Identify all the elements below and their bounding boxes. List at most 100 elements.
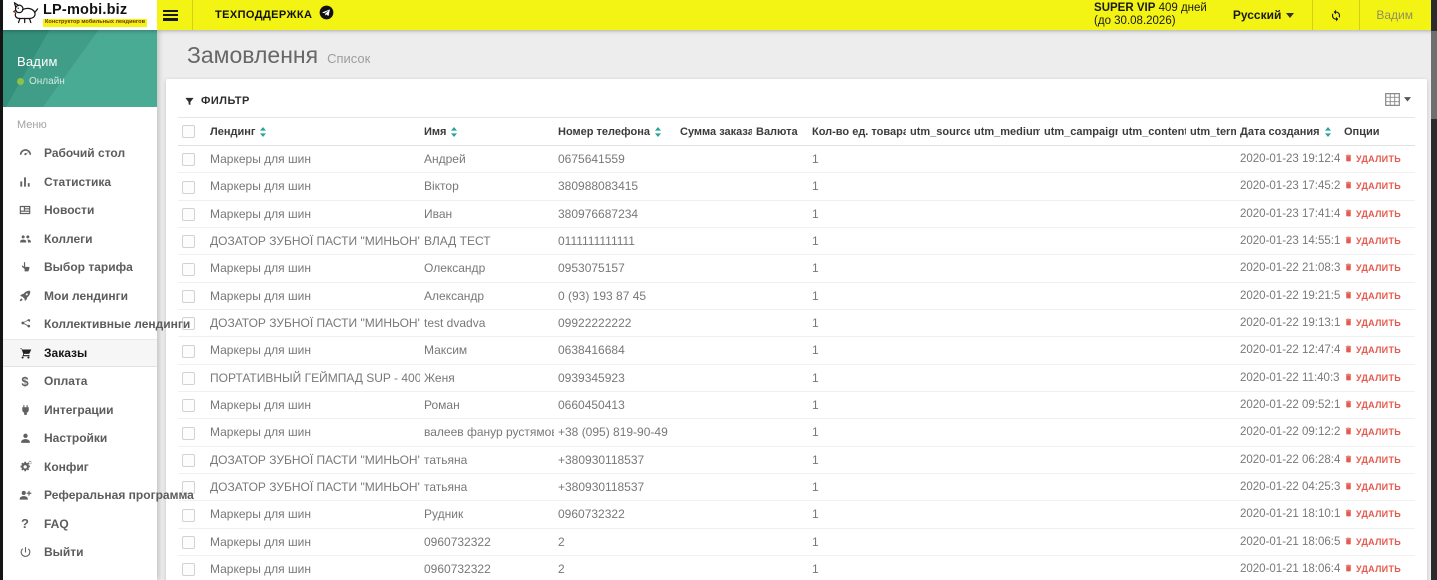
- sidebar-item-collective[interactable]: Коллективные лендинги: [3, 310, 190, 339]
- trash-icon: [1344, 153, 1353, 165]
- column-header-landing[interactable]: Лендинг: [206, 118, 420, 146]
- table-row: Маркеры для шин Иван 380976687234 1 2020-01-…: [178, 200, 1415, 228]
- sort-icon[interactable]: [1324, 126, 1332, 138]
- sidebar-item-integrations[interactable]: Интеграции: [3, 396, 157, 425]
- row-checkbox[interactable]: [182, 289, 195, 303]
- delete-button[interactable]: УДАЛИТЬ: [1344, 426, 1401, 438]
- cell-utm_source: [906, 501, 970, 528]
- sort-icon[interactable]: [259, 126, 267, 138]
- cell-landing: Маркеры для шин: [210, 179, 311, 194]
- column-header-utm_term: utm_term: [1190, 125, 1236, 138]
- cell-landing: Маркеры для шин: [210, 261, 311, 276]
- top-bar: LP-mobi.biz Конструктор мобильных лендин…: [0, 0, 1437, 30]
- sidebar-item-faq[interactable]: ? FAQ: [3, 510, 157, 539]
- page-scrollbar[interactable]: [1431, 0, 1437, 580]
- cell-utm_content: [1118, 364, 1186, 391]
- cell-utm_term: [1186, 255, 1236, 282]
- sort-icon[interactable]: [450, 126, 458, 138]
- columns-button[interactable]: [1385, 93, 1411, 106]
- refresh-button[interactable]: [1313, 0, 1359, 30]
- sidebar-item-config[interactable]: Конфиг: [3, 453, 157, 482]
- column-header-phone[interactable]: Номер телефона: [554, 118, 676, 146]
- row-checkbox[interactable]: [182, 262, 195, 276]
- sort-icon[interactable]: [654, 126, 662, 138]
- row-checkbox[interactable]: [182, 453, 195, 467]
- tech-support-link[interactable]: ТЕХПОДДЕРЖКА: [215, 5, 334, 25]
- delete-button[interactable]: УДАЛИТЬ: [1344, 563, 1401, 575]
- row-checkbox[interactable]: [182, 371, 195, 385]
- delete-button[interactable]: УДАЛИТЬ: [1344, 481, 1401, 493]
- delete-button[interactable]: УДАЛИТЬ: [1344, 536, 1401, 548]
- cell-currency: [752, 173, 808, 200]
- cell-name: Олександр: [424, 261, 486, 276]
- scrollbar-thumb[interactable]: [1431, 31, 1437, 119]
- delete-button[interactable]: УДАЛИТЬ: [1344, 235, 1401, 247]
- cell-options: УДАЛИТЬ: [1340, 364, 1415, 391]
- delete-button[interactable]: УДАЛИТЬ: [1344, 399, 1401, 411]
- sidebar-item-tariff[interactable]: Выбор тарифа: [3, 253, 157, 282]
- sidebar-item-dashboard[interactable]: Рабочий стол: [3, 139, 157, 168]
- cell-phone: 0675641559: [558, 152, 625, 167]
- delete-button[interactable]: УДАЛИТЬ: [1344, 262, 1401, 274]
- cell-qty: 1: [812, 452, 819, 467]
- row-checkbox[interactable]: [182, 153, 195, 167]
- logo[interactable]: LP-mobi.biz Конструктор мобильных лендин…: [3, 0, 157, 30]
- row-checkbox[interactable]: [182, 399, 195, 413]
- row-checkbox[interactable]: [182, 508, 195, 522]
- cell-utm_term: [1186, 419, 1236, 446]
- cell-utm_campaign: [1040, 391, 1118, 418]
- filter-button[interactable]: ФИЛЬТР: [184, 95, 250, 107]
- cell-created: 2020-01-22 09:12:28: [1240, 426, 1340, 439]
- delete-button[interactable]: УДАЛИТЬ: [1344, 317, 1401, 329]
- row-checkbox[interactable]: [182, 207, 195, 221]
- row-checkbox[interactable]: [182, 180, 195, 194]
- row-checkbox[interactable]: [182, 426, 195, 440]
- delete-button[interactable]: УДАЛИТЬ: [1344, 153, 1401, 165]
- sidebar-item-news[interactable]: Новости: [3, 196, 157, 225]
- sidebar-item-payment[interactable]: $ Оплата: [3, 367, 157, 396]
- cell-options: УДАЛИТЬ: [1340, 446, 1415, 473]
- delete-button[interactable]: УДАЛИТЬ: [1344, 290, 1401, 302]
- select-all-checkbox[interactable]: [182, 125, 195, 138]
- sidebar-item-label: Оплата: [44, 374, 88, 389]
- column-header-utm_medium: utm_medium: [974, 125, 1040, 138]
- cell-select: [178, 227, 206, 254]
- cell-created: 2020-01-22 19:21:58: [1240, 289, 1340, 302]
- cell-utm_medium: [970, 364, 1040, 391]
- language-selector[interactable]: Русский: [1233, 8, 1295, 22]
- sidebar-item-referral[interactable]: Реферальная программа: [3, 481, 194, 510]
- column-header-name[interactable]: Имя: [420, 118, 554, 146]
- delete-button[interactable]: УДАЛИТЬ: [1344, 508, 1401, 520]
- cell-utm_term: [1186, 227, 1236, 254]
- delete-button[interactable]: УДАЛИТЬ: [1344, 344, 1401, 356]
- cell-utm_medium: [970, 173, 1040, 200]
- sidebar-item-logout[interactable]: Выйти: [3, 538, 157, 567]
- row-checkbox[interactable]: [182, 563, 195, 577]
- sidebar-item-stats[interactable]: Статистика: [3, 168, 157, 197]
- delete-button[interactable]: УДАЛИТЬ: [1344, 208, 1401, 220]
- sidebar-item-orders[interactable]: Заказы: [3, 338, 157, 367]
- row-checkbox[interactable]: [182, 535, 195, 549]
- cell-utm_source: [906, 446, 970, 473]
- sidebar-item-my-landings[interactable]: Мои лендинги: [3, 282, 157, 311]
- cell-select: [178, 528, 206, 555]
- column-header-created[interactable]: Дата создания: [1236, 118, 1340, 146]
- delete-button[interactable]: УДАЛИТЬ: [1344, 454, 1401, 466]
- cell-utm_source: [906, 391, 970, 418]
- delete-button[interactable]: УДАЛИТЬ: [1344, 180, 1401, 192]
- row-checkbox[interactable]: [182, 344, 195, 358]
- cell-utm_source: [906, 173, 970, 200]
- delete-button[interactable]: УДАЛИТЬ: [1344, 372, 1401, 384]
- cell-created: 2020-01-22 19:13:19: [1240, 317, 1340, 330]
- cell-utm_source: [906, 255, 970, 282]
- sidebar-item-settings[interactable]: Настройки: [3, 424, 157, 453]
- cell-utm_term: [1186, 146, 1236, 173]
- column-header-currency: Валюта: [756, 125, 798, 138]
- cell-utm_medium: [970, 501, 1040, 528]
- cell-options: УДАЛИТЬ: [1340, 309, 1415, 336]
- hamburger-menu-icon[interactable]: [163, 9, 178, 21]
- sidebar-item-colleagues[interactable]: Коллеги: [3, 225, 157, 254]
- topbar-username[interactable]: Вадим: [1360, 8, 1427, 22]
- dollar-icon: $: [21, 373, 29, 389]
- row-checkbox[interactable]: [182, 235, 195, 249]
